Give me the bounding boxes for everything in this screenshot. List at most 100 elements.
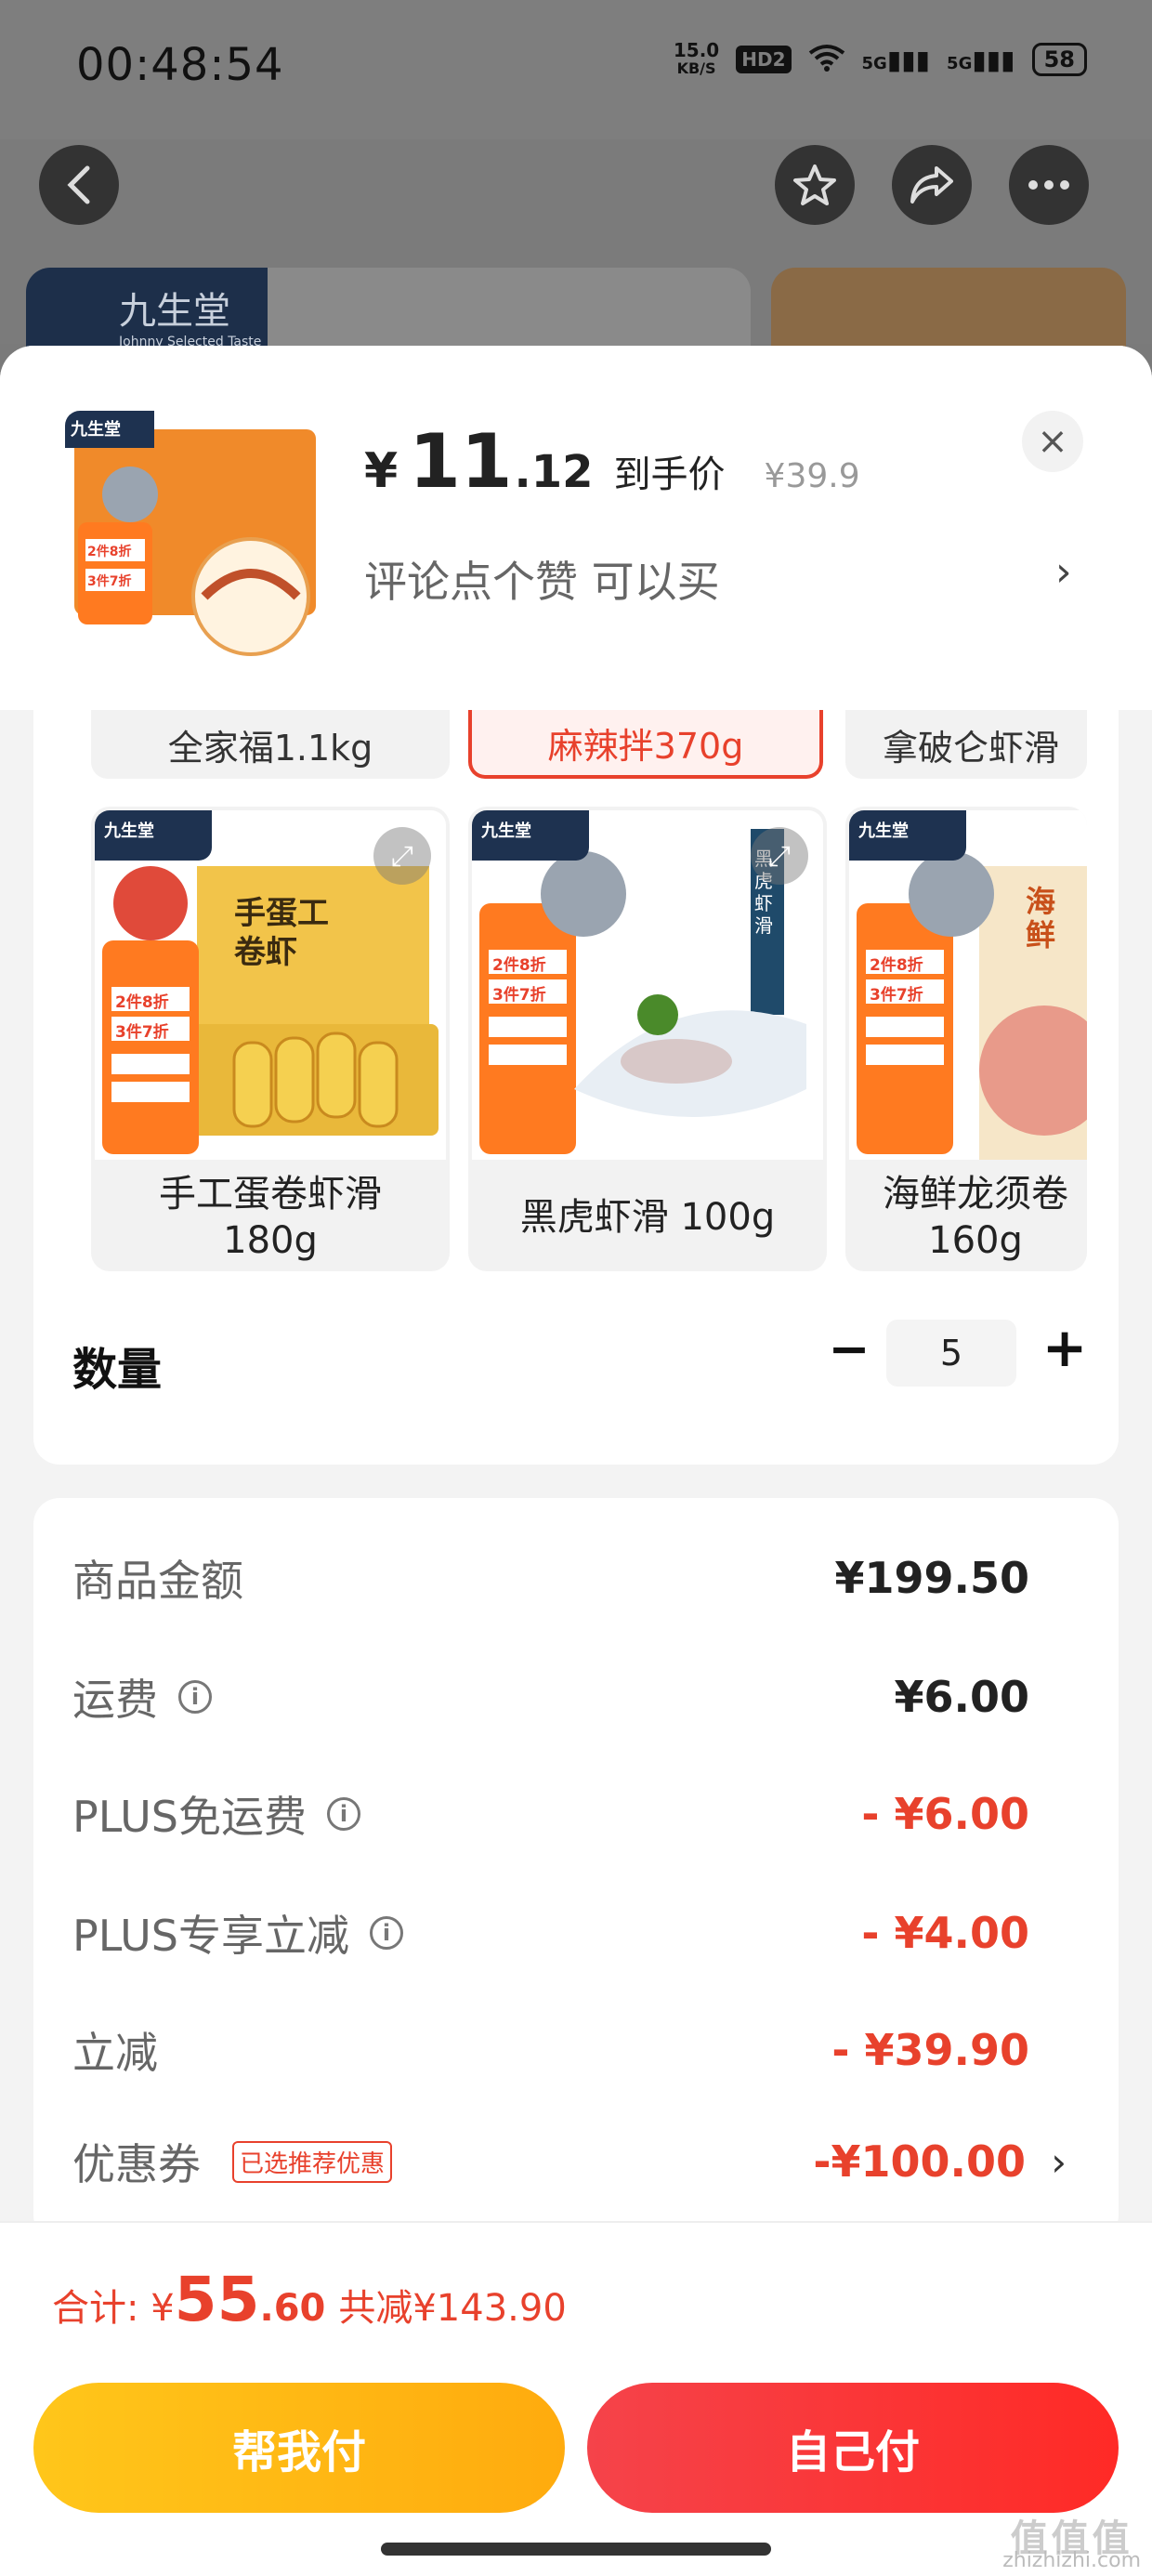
back-icon[interactable]	[39, 145, 119, 225]
help-pay-button[interactable]: 帮我付	[33, 2383, 565, 2513]
card-art-text: 海鲜	[1026, 884, 1056, 953]
quantity-label: 数量	[72, 1344, 163, 1396]
summary-row-instant-discount: 立减 - ¥39.90	[72, 2013, 1067, 2087]
background-brand-logo: 九生堂 Johnny Selected Taste	[26, 268, 268, 351]
total-label: 合计: ¥	[52, 2287, 175, 2330]
summary-label: PLUS免运费	[72, 1792, 307, 1842]
watermark: 值值值 zhizhizhi.com	[1002, 2517, 1141, 2572]
summary-value: - ¥4.00	[861, 1908, 1029, 1958]
home-indicator[interactable]	[381, 2543, 771, 2556]
total-integer: 55	[174, 2264, 260, 2335]
summary-label: 运费	[72, 1675, 158, 1725]
summary-row-plus-free-shipping: PLUS免运费 i - ¥6.00	[72, 1777, 1067, 1851]
spec-selector: 全家福1.1kg 麻辣拌370g 拿破仑虾滑 九生堂 2件8折 3件7折 手蛋工…	[33, 710, 1119, 1465]
spec-card-label: 海鲜龙须卷 160g	[883, 1173, 1068, 1262]
self-pay-button[interactable]: 自己付	[587, 2383, 1119, 2513]
summary-row-coupon[interactable]: 优惠券 已选推荐优惠 -¥100.00 ›	[72, 2124, 1067, 2199]
summary-value: -¥100.00	[813, 2136, 1026, 2187]
card-badge-1: 2件8折	[870, 956, 923, 975]
watermark-text: zhizhizhi.com	[1002, 2549, 1141, 2572]
price-decimal: .12	[514, 446, 594, 498]
summary-row-subtotal: 商品金额 ¥199.50	[72, 1541, 1067, 1615]
hd-icon: HD2	[736, 46, 792, 73]
battery-icon: 58	[1031, 43, 1087, 76]
status-time: 00:48:54	[76, 39, 284, 91]
summary-label-wrap: 运费 i	[72, 1666, 212, 1728]
promo-text[interactable]: 评论点个赞 可以买	[364, 548, 720, 610]
summary-value: ¥6.00	[894, 1672, 1029, 1722]
summary-label: PLUS专享立减	[72, 1911, 349, 1961]
total-line: 合计: ¥ 55 .60 共减¥143.90	[52, 2264, 567, 2335]
spec-option-selected[interactable]: 麻辣拌370g	[468, 710, 823, 779]
net-speed-unit: KB/S	[676, 59, 716, 77]
summary-label: 立减	[72, 2028, 158, 2078]
summary-label: 优惠券	[72, 2139, 201, 2189]
brand-logo: 九生堂	[472, 810, 589, 861]
summary-label: 商品金额	[72, 1556, 243, 1606]
expand-icon[interactable]: ⤢	[751, 827, 808, 885]
price-summary: 商品金额 ¥199.50 运费 i ¥6.00 PLUS免运费 i - ¥6.00 …	[33, 1498, 1119, 2241]
thumbnail-brand: 九生堂	[71, 420, 121, 440]
close-button[interactable]: ×	[1022, 411, 1083, 472]
expand-icon[interactable]: ⤢	[373, 827, 431, 885]
spec-option[interactable]: 拿破仑虾滑	[845, 710, 1087, 779]
watermark-logo: 值值值	[1010, 2517, 1133, 2560]
summary-value: - ¥6.00	[861, 1789, 1029, 1839]
coupon-badge: 已选推荐优惠	[232, 2140, 393, 2183]
wifi-icon	[808, 44, 845, 75]
share-icon[interactable]	[892, 145, 972, 225]
price-tag: 到手价	[613, 453, 726, 496]
sheet-header: 九生堂 2件8折 3件7折 ¥ 11 .12 到手价 ¥39.9 评论点个赞 可…	[0, 346, 1152, 710]
card-art-text: 手蛋工卷虾	[234, 895, 329, 971]
spec-card-label: 手工蛋卷虾滑 180g	[159, 1173, 382, 1262]
price-currency: ¥	[364, 443, 399, 499]
total-decimal: .60	[259, 2287, 326, 2330]
signal-icon-2: 5G▮▮▮	[947, 44, 1015, 75]
spec-card-image: 九生堂 2件8折 3件7折 手蛋工卷虾 ⤢	[95, 810, 446, 1160]
summary-row-shipping: 运费 i ¥6.00	[72, 1660, 1067, 1734]
signal-label-2: 5G	[947, 53, 973, 73]
card-badge-2: 3件7折	[870, 986, 923, 1005]
more-icon[interactable]	[1009, 145, 1089, 225]
product-thumbnail[interactable]: 九生堂 2件8折 3件7折	[65, 411, 325, 671]
spec-card[interactable]: 九生堂 2件8折 3件7折 海鲜 海鲜龙须卷 160g	[845, 807, 1087, 1271]
signal-icon-1: 5G▮▮▮	[861, 44, 931, 75]
spec-card-image: 九生堂 2件8折 3件7折 海鲜	[849, 810, 1087, 1160]
chevron-right-icon[interactable]: ›	[1051, 2139, 1067, 2185]
summary-label-wrap: PLUS免运费 i	[72, 1783, 360, 1845]
spec-card-label: 黑虎虾滑 100g	[519, 1196, 776, 1239]
net-speed-value: 15.0	[673, 39, 720, 61]
spec-card[interactable]: 九生堂 2件8折 3件7折 黑虎虾滑 ⤢ 黑虎虾滑 100g	[468, 807, 827, 1271]
status-icons: 15.0 KB/S HD2 5G▮▮▮ 5G▮▮▮ 58	[674, 41, 1087, 78]
total-bar: 合计: ¥ 55 .60 共减¥143.90	[0, 2221, 1152, 2372]
card-badge-2: 3件7折	[115, 1023, 169, 1042]
background-brand: 九生堂	[119, 290, 230, 333]
card-badge-2: 3件7折	[492, 986, 546, 1005]
spec-card[interactable]: 九生堂 2件8折 3件7折 手蛋工卷虾 ⤢ 手工蛋卷虾滑 180g	[91, 807, 450, 1271]
summary-value: - ¥39.90	[831, 2025, 1029, 2075]
chevron-right-icon[interactable]: ›	[1055, 548, 1072, 596]
card-badge-1: 2件8折	[115, 993, 169, 1012]
summary-label-wrap: PLUS专享立减 i	[72, 1902, 403, 1964]
spec-card-image: 九生堂 2件8折 3件7折 黑虎虾滑 ⤢	[472, 810, 823, 1160]
quantity-minus-button[interactable]: −	[821, 1320, 877, 1378]
spec-option[interactable]: 全家福1.1kg	[91, 710, 450, 779]
summary-value: ¥199.50	[834, 1553, 1029, 1603]
status-bar: 00:48:54 15.0 KB/S HD2 5G▮▮▮ 5G▮▮▮ 58	[0, 0, 1152, 139]
net-speed: 15.0 KB/S	[674, 41, 719, 78]
info-icon[interactable]: i	[178, 1680, 212, 1714]
brand-logo: 九生堂	[849, 810, 966, 861]
thumbnail-badge-2: 3件7折	[87, 574, 132, 589]
info-icon[interactable]: i	[326, 1797, 360, 1831]
total-discount: 共减¥143.90	[338, 2287, 567, 2330]
thumbnail-badge-1: 2件8折	[87, 545, 132, 559]
info-icon[interactable]: i	[369, 1916, 403, 1950]
price-row: ¥ 11 .12 到手价 ¥39.9	[364, 418, 860, 505]
quantity-input[interactable]: 5	[886, 1320, 1016, 1387]
price-integer: 11	[409, 418, 513, 505]
favorite-star-icon[interactable]	[775, 145, 855, 225]
signal-label-1: 5G	[861, 53, 887, 73]
summary-label-wrap: 优惠券 已选推荐优惠	[72, 2131, 393, 2192]
original-price: ¥39.9	[764, 457, 860, 495]
quantity-plus-button[interactable]: +	[1037, 1316, 1093, 1379]
